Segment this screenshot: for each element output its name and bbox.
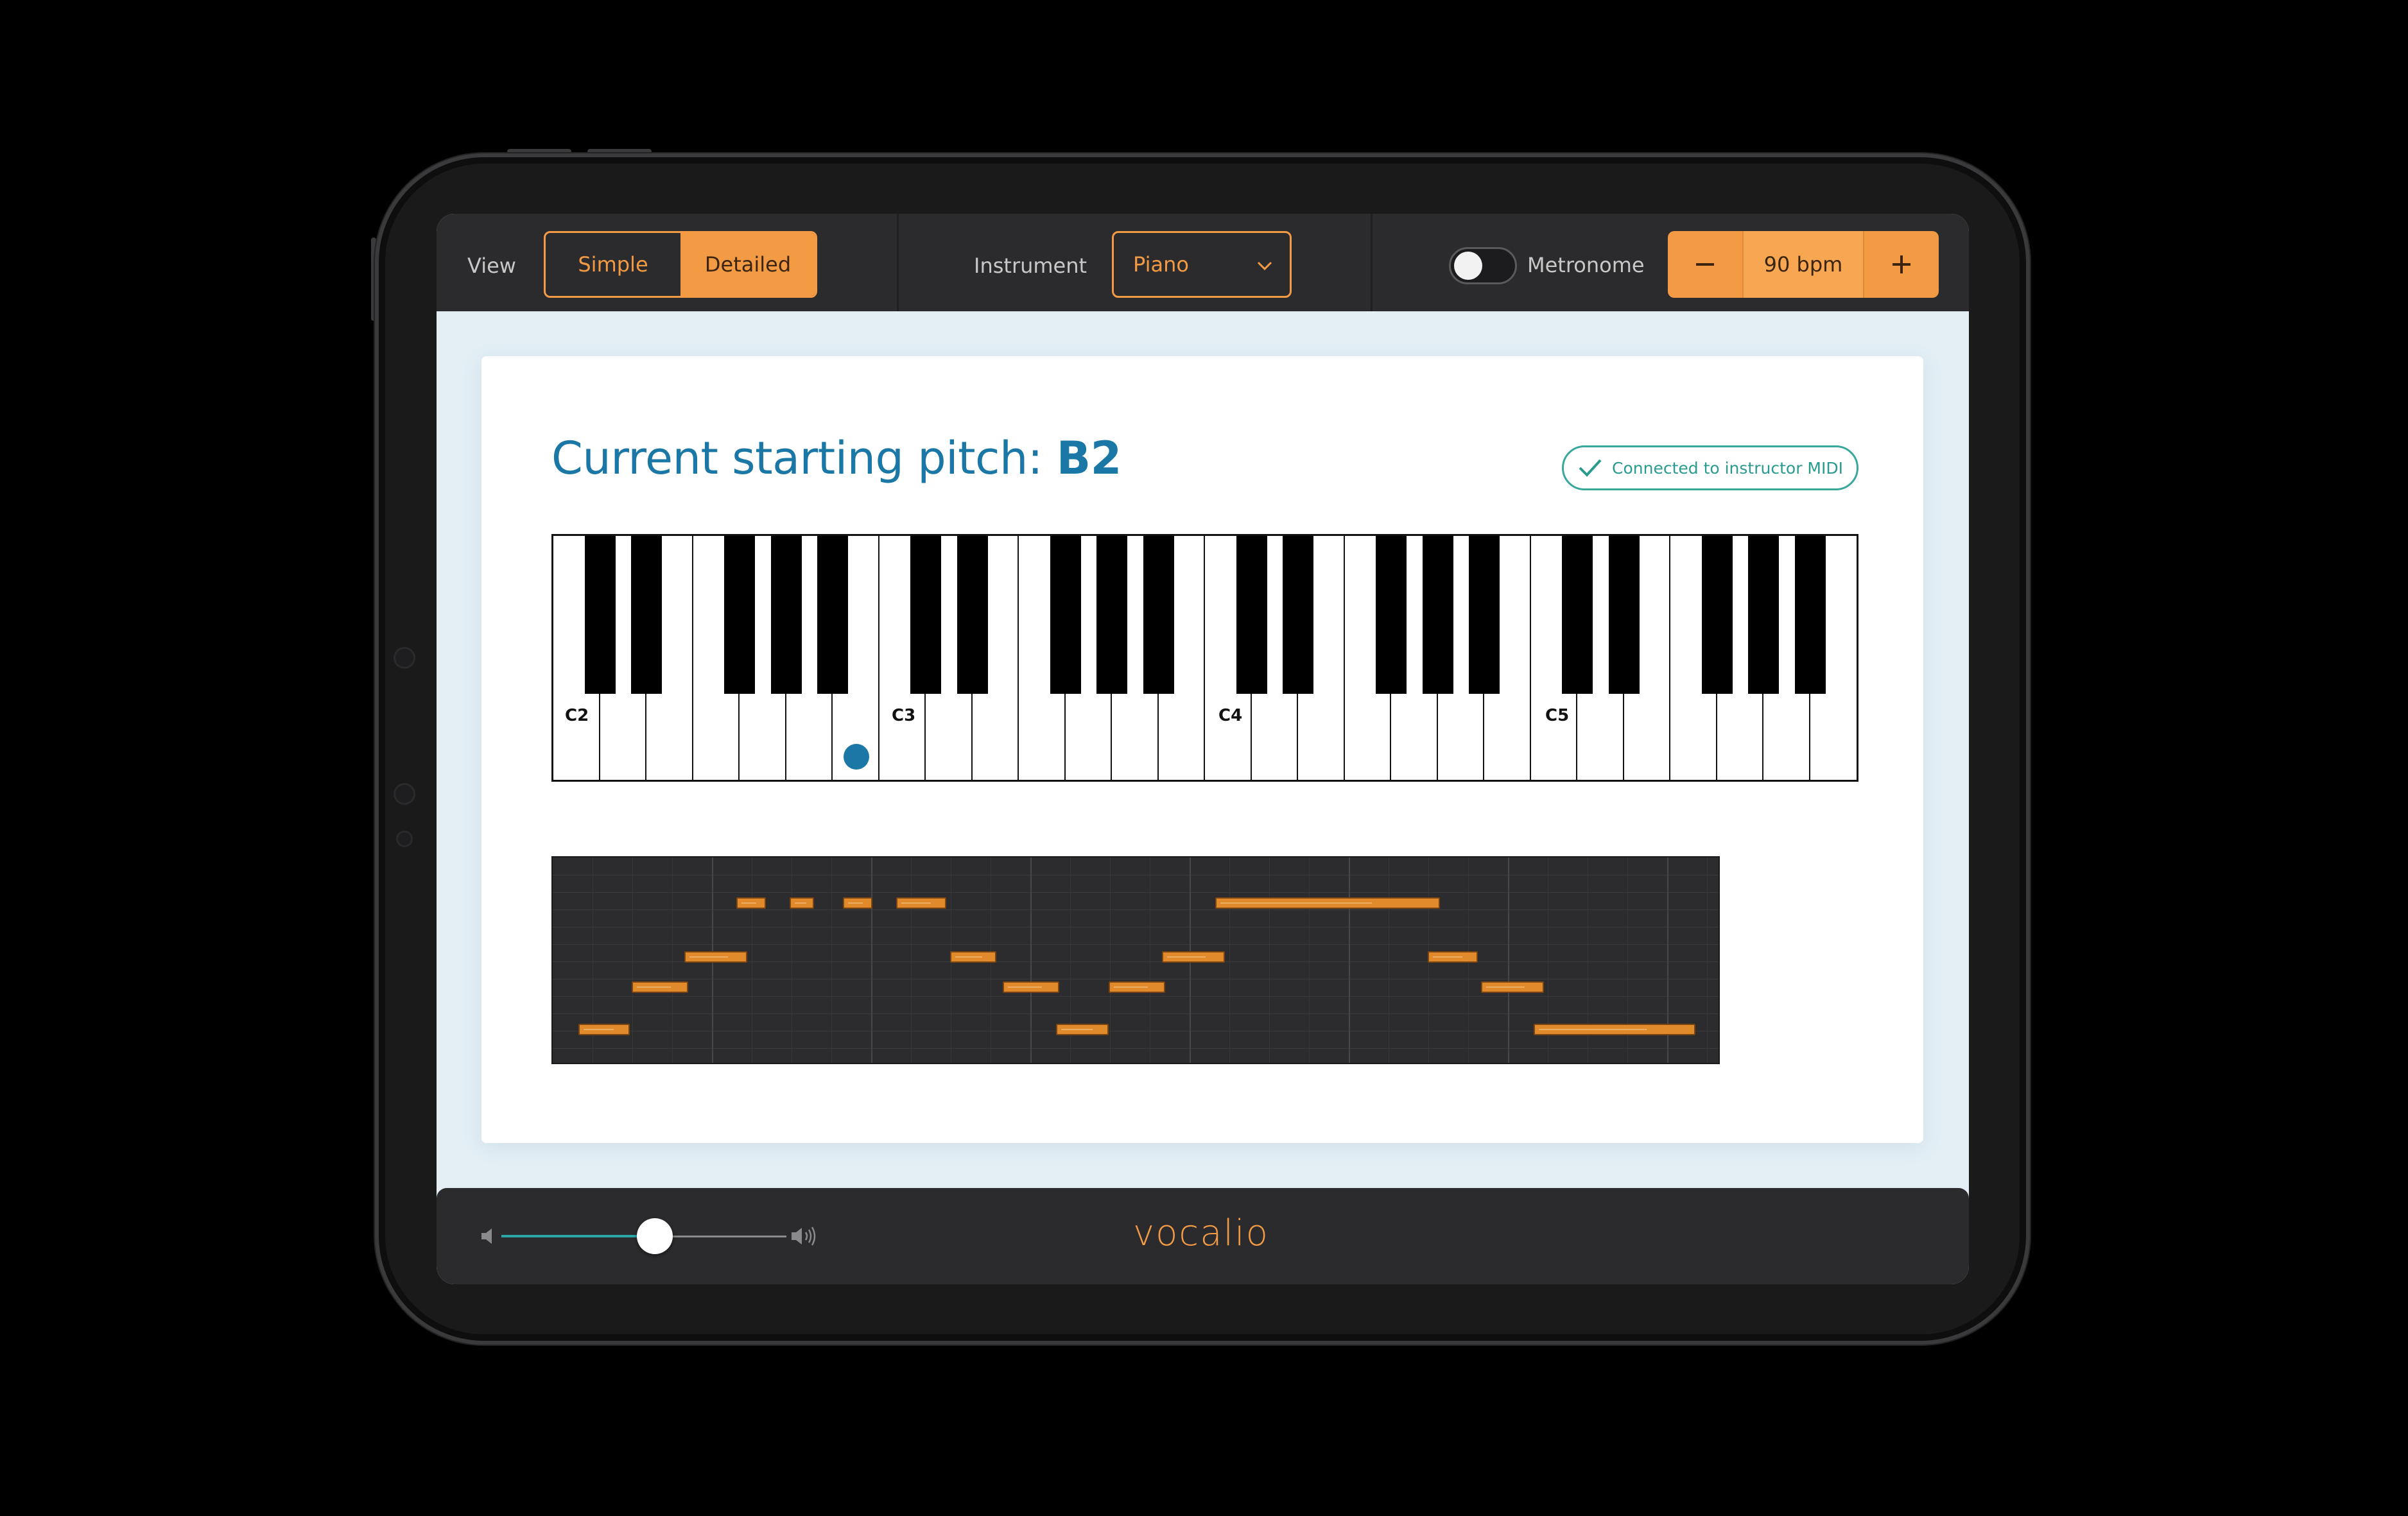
- midi-note[interactable]: [1109, 981, 1165, 993]
- speaker-high-icon: [792, 1227, 816, 1246]
- volume-fill: [501, 1235, 654, 1237]
- roll-grid-line: [1030, 857, 1032, 1063]
- instrument-label: Instrument: [974, 254, 1087, 278]
- midi-note[interactable]: [843, 897, 872, 909]
- black-key-d-sharp2[interactable]: [631, 536, 662, 694]
- selected-pitch-marker: [844, 744, 869, 770]
- midi-note[interactable]: [790, 897, 814, 909]
- volume-slider-handle[interactable]: [637, 1218, 673, 1254]
- toolbar-divider: [1371, 214, 1373, 311]
- midi-note[interactable]: [896, 897, 946, 909]
- roll-lane-line: [553, 1048, 1719, 1049]
- black-key-f-sharp4[interactable]: [1376, 536, 1407, 694]
- midi-note[interactable]: [1056, 1024, 1109, 1035]
- black-key-c-sharp5[interactable]: [1562, 536, 1593, 694]
- midi-note[interactable]: [1003, 981, 1059, 993]
- black-key-g-sharp5[interactable]: [1748, 536, 1779, 694]
- black-key-a-sharp3[interactable]: [1143, 536, 1174, 694]
- roll-grid-line: [632, 857, 633, 1063]
- view-option-simple[interactable]: Simple: [546, 233, 680, 296]
- title-pitch: B2: [1056, 432, 1122, 485]
- black-key-a-sharp4[interactable]: [1469, 536, 1500, 694]
- octave-label-c4: C4: [1218, 706, 1243, 725]
- black-key-a-sharp2[interactable]: [817, 536, 848, 694]
- toolbar-divider: [897, 214, 899, 311]
- app-logo: vocalio: [1133, 1212, 1269, 1254]
- metronome-label: Metronome: [1527, 253, 1645, 277]
- octave-label-c5: C5: [1545, 706, 1570, 725]
- status-badge: Connected to instructor MIDI: [1562, 445, 1858, 490]
- roll-grid-line: [1707, 857, 1708, 1063]
- roll-grid-line: [1229, 857, 1230, 1063]
- midi-note[interactable]: [1534, 1024, 1695, 1035]
- roll-grid-line: [1309, 857, 1310, 1063]
- view-toggle: Simple Detailed: [544, 231, 817, 298]
- octave-label-c3: C3: [892, 706, 916, 725]
- page-title: Current starting pitch: B2: [551, 432, 1122, 485]
- black-key-a-sharp5[interactable]: [1794, 536, 1826, 694]
- app-screen: View Simple Detailed Instrument Piano Me…: [437, 214, 1969, 1284]
- tempo-stepper: 90 bpm: [1668, 231, 1939, 298]
- midi-note[interactable]: [950, 951, 996, 963]
- roll-grid-line: [831, 857, 832, 1063]
- midi-note[interactable]: [1481, 981, 1544, 993]
- title-prefix: Current starting pitch:: [551, 432, 1057, 485]
- black-key-g-sharp4[interactable]: [1422, 536, 1453, 694]
- tempo-decrease-button[interactable]: [1668, 231, 1742, 298]
- tempo-value: 90 bpm: [1742, 231, 1864, 298]
- plus-icon: [1893, 255, 1910, 273]
- camera-lens-icon: [394, 647, 415, 669]
- black-key-d-sharp3[interactable]: [957, 536, 988, 694]
- midi-note[interactable]: [632, 981, 688, 993]
- midi-note[interactable]: [736, 897, 766, 909]
- view-label: View: [467, 254, 516, 278]
- view-option-detailed[interactable]: Detailed: [680, 233, 815, 296]
- black-key-g-sharp2[interactable]: [770, 536, 802, 694]
- roll-grid-line: [1508, 857, 1509, 1063]
- minus-icon: [1696, 263, 1714, 266]
- midi-note[interactable]: [1428, 951, 1478, 963]
- roll-lane-line: [553, 909, 1719, 910]
- toggle-knob: [1454, 252, 1482, 280]
- roll-lane-line: [553, 944, 1719, 945]
- roll-lane-line: [553, 892, 1719, 893]
- check-icon: [1579, 459, 1602, 477]
- black-key-f-sharp5[interactable]: [1701, 536, 1733, 694]
- tempo-increase-button[interactable]: [1864, 231, 1939, 298]
- camera-lens-icon: [394, 783, 415, 805]
- black-key-d-sharp4[interactable]: [1283, 536, 1313, 694]
- camera-lens-icon: [396, 831, 413, 847]
- midi-note[interactable]: [684, 951, 747, 963]
- chevron-down-icon: [1257, 261, 1272, 271]
- black-key-f-sharp2[interactable]: [724, 536, 755, 694]
- speaker-low-icon: [481, 1228, 492, 1244]
- roll-grid-line: [1110, 857, 1111, 1063]
- black-key-c-sharp2[interactable]: [584, 536, 616, 694]
- roll-grid-line: [1269, 857, 1270, 1063]
- black-key-c-sharp3[interactable]: [910, 536, 941, 694]
- roll-grid-line: [1349, 857, 1350, 1063]
- black-key-d-sharp5[interactable]: [1608, 536, 1640, 694]
- black-key-c-sharp4[interactable]: [1236, 536, 1267, 694]
- roll-grid-line: [871, 857, 872, 1063]
- top-toolbar: View Simple Detailed Instrument Piano Me…: [437, 214, 1969, 311]
- black-key-f-sharp3[interactable]: [1050, 536, 1081, 694]
- roll-lane-line: [553, 996, 1719, 997]
- metronome-toggle[interactable]: [1449, 247, 1517, 284]
- piano-roll: [551, 856, 1720, 1064]
- black-key-g-sharp3[interactable]: [1096, 536, 1127, 694]
- roll-grid-line: [911, 857, 912, 1063]
- midi-note[interactable]: [578, 1024, 630, 1035]
- pitch-card: Current starting pitch: B2 Connected to …: [481, 356, 1923, 1143]
- octave-label-c2: C2: [565, 706, 589, 725]
- instrument-select[interactable]: Piano: [1112, 231, 1292, 298]
- midi-note[interactable]: [1215, 897, 1440, 909]
- instrument-select-value: Piano: [1133, 252, 1189, 277]
- status-badge-text: Connected to instructor MIDI: [1612, 458, 1843, 478]
- piano-keyboard: C2 C3 C4 C5: [551, 534, 1858, 782]
- bottom-bar: vocalio: [437, 1188, 1969, 1284]
- midi-note[interactable]: [1162, 951, 1225, 963]
- roll-grid-line: [672, 857, 673, 1063]
- roll-lane-line: [553, 1013, 1719, 1014]
